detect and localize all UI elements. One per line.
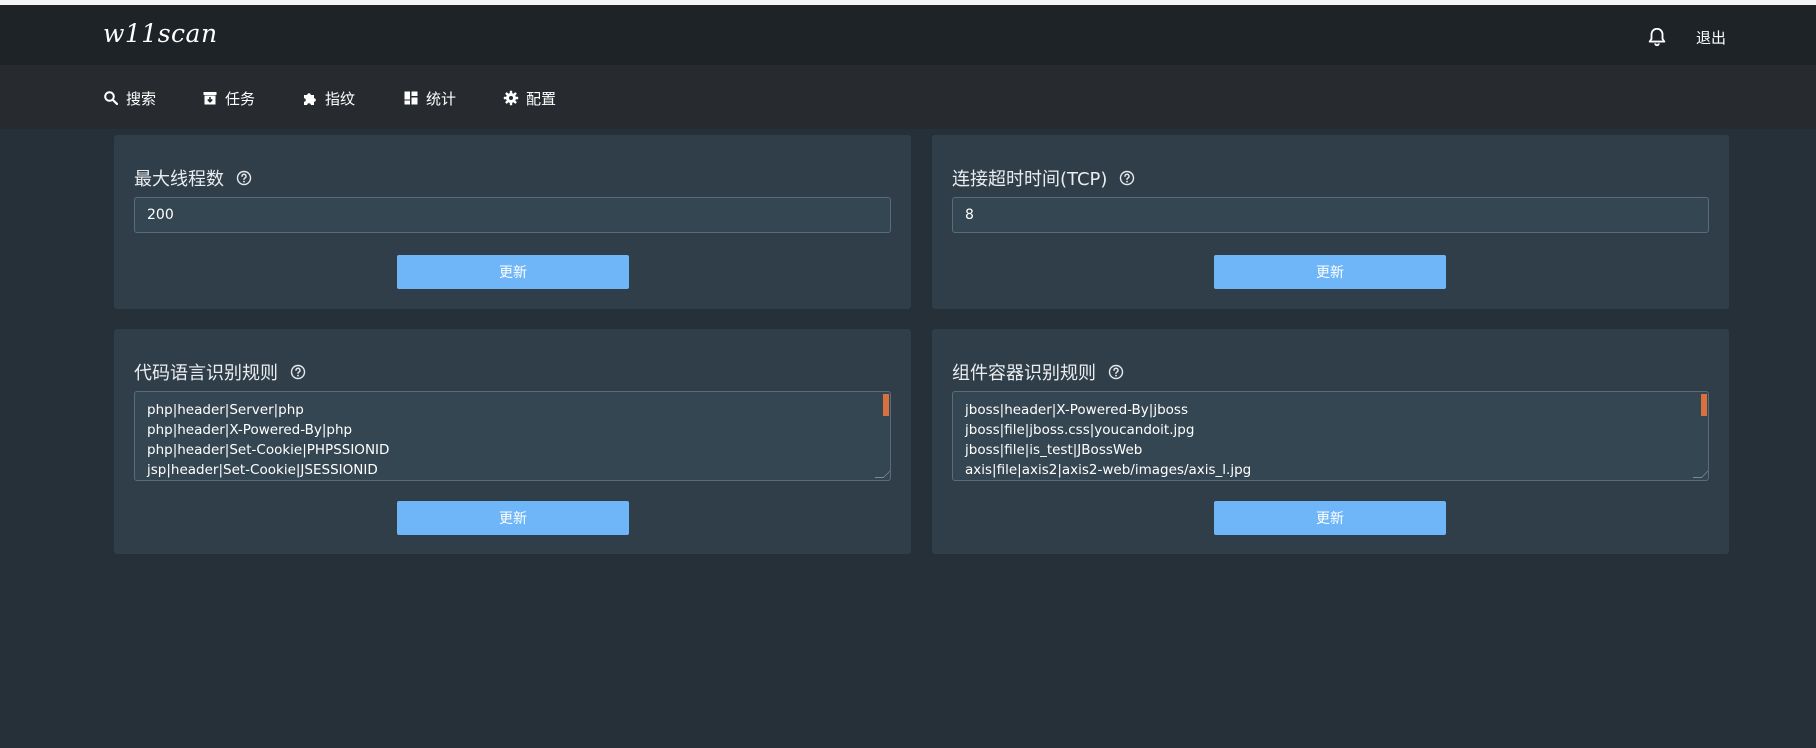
app-logo[interactable]: w11scan xyxy=(103,19,218,48)
scrollbar-thumb[interactable] xyxy=(883,394,889,416)
component-rules-title: 组件容器识别规则 xyxy=(952,363,1096,384)
nav-item-label: 统计 xyxy=(426,89,457,108)
tcp-timeout-card: 连接超时时间(TCP) 8 更新 xyxy=(932,135,1729,309)
rule-line: php|header|Set-Cookie|PHPSSIONID xyxy=(147,442,390,458)
component-rules-textarea[interactable]: jboss|header|X-Powered-By|jboss jboss|fi… xyxy=(952,391,1709,481)
logout-link[interactable]: 退出 xyxy=(1696,27,1726,48)
rule-line: php|header|Server|php xyxy=(147,402,304,418)
dashboard-icon xyxy=(404,91,418,105)
main-nav: 搜索 任务 指纹 统计 配置 xyxy=(0,65,1816,129)
help-icon[interactable] xyxy=(290,364,306,380)
tcp-timeout-input[interactable]: 8 xyxy=(952,197,1709,233)
rule-line: jsp|header|Set-Cookie|JSESSIONID xyxy=(147,462,378,478)
card-title: 最大线程数 xyxy=(134,165,252,191)
card-title: 组件容器识别规则 xyxy=(952,359,1124,385)
max-threads-title: 最大线程数 xyxy=(134,169,224,190)
card-title: 连接超时时间(TCP) xyxy=(952,165,1135,191)
rule-line: php|header|X-Powered-By|php xyxy=(147,422,353,438)
max-threads-card: 最大线程数 200 更新 xyxy=(114,135,911,309)
top-bar: w11scan 退出 xyxy=(0,5,1816,65)
code-lang-rules-title: 代码语言识别规则 xyxy=(134,363,278,384)
rule-line: jboss|file|is_test|JBossWeb xyxy=(965,442,1143,458)
help-icon[interactable] xyxy=(1108,364,1124,380)
nav-item-label: 任务 xyxy=(225,89,256,108)
rule-line: jboss|header|X-Powered-By|jboss xyxy=(965,402,1188,418)
nav-item-search[interactable]: 搜索 xyxy=(103,87,156,109)
nav-item-config[interactable]: 配置 xyxy=(503,87,556,109)
scrollbar-thumb[interactable] xyxy=(1701,394,1707,416)
nav-item-stats[interactable]: 统计 xyxy=(403,87,456,109)
max-threads-input[interactable]: 200 xyxy=(134,197,891,233)
nav-item-fingerprint[interactable]: 指纹 xyxy=(302,87,355,109)
nav-item-label: 搜索 xyxy=(126,89,157,108)
bell-icon[interactable] xyxy=(1646,25,1668,49)
code-lang-rules-update-button[interactable]: 更新 xyxy=(397,501,629,535)
help-icon[interactable] xyxy=(236,170,252,186)
nav-item-tasks[interactable]: 任务 xyxy=(202,87,255,109)
rule-line: axis|file|axis2|axis2-web/images/axis_l.… xyxy=(965,462,1252,478)
archive-icon xyxy=(203,92,217,105)
nav-item-label: 配置 xyxy=(526,89,557,108)
rule-line: jboss|file|jboss.css|youcandoit.jpg xyxy=(965,422,1195,438)
puzzle-icon xyxy=(304,93,316,105)
card-title: 代码语言识别规则 xyxy=(134,359,306,385)
component-rules-card: 组件容器识别规则 jboss|header|X-Powered-By|jboss… xyxy=(932,329,1729,554)
max-threads-update-button[interactable]: 更新 xyxy=(397,255,629,289)
tcp-timeout-update-button[interactable]: 更新 xyxy=(1214,255,1446,289)
gear-icon xyxy=(503,90,519,106)
component-rules-update-button[interactable]: 更新 xyxy=(1214,501,1446,535)
help-icon[interactable] xyxy=(1119,170,1135,186)
search-icon xyxy=(104,91,119,106)
tcp-timeout-title: 连接超时时间(TCP) xyxy=(952,169,1108,190)
code-lang-rules-card: 代码语言识别规则 php|header|Server|php php|heade… xyxy=(114,329,911,554)
code-lang-rules-textarea[interactable]: php|header|Server|php php|header|X-Power… xyxy=(134,391,891,481)
nav-item-label: 指纹 xyxy=(325,89,356,108)
